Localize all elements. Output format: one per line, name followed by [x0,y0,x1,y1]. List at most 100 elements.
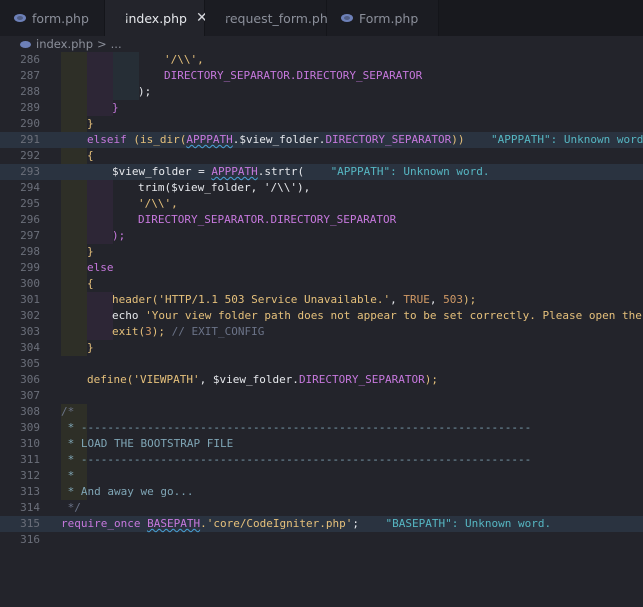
code-text: , [429,293,444,306]
tab-request-form-php[interactable]: request_form.php [205,0,336,36]
code-text: $view_folder = [112,165,212,178]
comment: * --------------------------------------… [61,421,532,434]
code-text: trim($view_folder, '/\\'), [138,181,311,194]
code-line: * LOAD THE BOOTSTRAP FILE [61,436,643,452]
comment: /* [61,405,75,418]
brace: { [87,149,94,162]
code-line: header('HTTP/1.1 503 Service Unavailable… [61,292,643,308]
constant: DIRECTORY_SEPARATOR [298,373,425,386]
line-number: 314 [20,501,40,514]
line-number: 291 [20,133,40,146]
brace: { [87,277,94,290]
line-number: 304 [20,341,40,354]
php-file-icon [14,14,26,22]
tab-label: index.php [125,10,187,26]
tab-index-php[interactable]: index.php ✕ [105,0,208,36]
function-call: define( [87,373,134,386]
spell-check-hint: "BASEPATH": Unknown word. [385,517,552,530]
code-line: /* [61,404,643,420]
line-number: 287 [20,69,40,82]
line-number: 295 [20,197,40,210]
line-number: 289 [20,101,40,114]
code-line: '/\\', [61,196,643,212]
line-number: 298 [20,245,40,258]
tab-bar: form.php index.php ✕ request_form.php Fo… [0,0,643,36]
code-text: .strtr( [257,165,305,178]
number-literal: 3 [145,325,152,338]
breadcrumb-file[interactable]: index.php [36,37,93,51]
line-number: 316 [20,533,40,546]
code-line: */ [61,500,643,516]
code-line: exit(3); // EXIT_CONFIG [61,324,643,340]
line-number: 308 [20,405,40,418]
code-line: '/\\', [61,52,643,68]
code-line: else [61,260,643,276]
code-line: { [61,148,643,164]
number-literal: 503 [443,293,464,306]
line-number: 310 [20,437,40,450]
code-line: echo 'Your view folder path does not app… [61,308,643,324]
string-literal: 'Your view folder path does not appear t… [145,309,643,322]
code-text: ); [112,229,126,242]
code-text: , $view_folder. [199,373,299,386]
line-number: 302 [20,309,40,322]
line-number: 306 [20,373,40,386]
comment: */ [61,501,81,514]
line-number: 303 [20,325,40,338]
code-text: ); [151,325,172,338]
line-number: 296 [20,213,40,226]
code-line: DIRECTORY_SEPARATOR.DIRECTORY_SEPARATOR [61,212,643,228]
function-call: header( [112,293,159,306]
breadcrumb: index.php > ... [0,36,643,52]
comment: * LOAD THE BOOTSTRAP FILE [61,437,234,450]
line-number: 294 [20,181,40,194]
line-number: 313 [20,485,40,498]
comment: * --------------------------------------… [61,453,532,466]
breadcrumb-more[interactable]: ... [111,37,122,51]
line-number: 290 [20,117,40,130]
string-literal: .'core/CodeIgniter.php' [200,517,353,530]
string-literal: 'VIEWPATH' [133,373,200,386]
constant-unknown-word: APPPATH [186,133,233,146]
line-number: 311 [20,453,40,466]
line-number: 288 [20,85,40,98]
code-line: * --------------------------------------… [61,420,643,436]
spell-check-hint: "APPPATH": Unknown word. [491,133,643,146]
code-text: .$view_folder. [232,133,326,146]
breadcrumb-separator: > [97,37,107,51]
code-line: } [61,100,643,116]
code-area[interactable]: '/\\', DIRECTORY_SEPARATOR.DIRECTORY_SEP… [61,52,643,607]
brace: } [87,341,94,354]
comment: * And away we go... [61,485,194,498]
comment: // EXIT_CONFIG [171,325,265,338]
code-editor[interactable]: 286 287 288 289 290 291 292 293 294 295 … [0,52,643,607]
code-line: DIRECTORY_SEPARATOR.DIRECTORY_SEPARATOR [61,68,643,84]
string-literal: '/\\', [138,197,178,210]
line-number-gutter: 286 287 288 289 290 291 292 293 294 295 … [0,52,48,607]
code-text: )) [451,133,465,146]
tab-label: Form.php [359,10,419,26]
spell-check-hint: "APPPATH": Unknown word. [330,165,490,178]
constant-unknown-word: APPPATH [211,165,258,178]
line-number: 297 [20,229,40,242]
keyword: else [87,261,114,274]
keyword: elseif [87,133,127,146]
php-file-icon [20,40,31,48]
code-text: ); [424,373,439,386]
code-text: ); [463,293,477,306]
line-number: 300 [20,277,40,290]
code-line: * --------------------------------------… [61,452,643,468]
line-number: 292 [20,149,40,162]
php-file-icon [341,14,353,22]
tab-Form-php[interactable]: Form.php [327,0,439,36]
code-line: $view_folder = APPPATH.strtr( "APPPATH":… [61,164,643,180]
constant: DIRECTORY_SEPARATOR [325,133,452,146]
line-number: 309 [20,421,40,434]
string-literal: 'HTTP/1.1 503 Service Unavailable.' [158,293,391,306]
code-line: trim($view_folder, '/\\'), [61,180,643,196]
code-text: ; [352,517,360,530]
code-line: } [61,116,643,132]
brace: } [112,101,119,114]
tab-form-php[interactable]: form.php [0,0,105,36]
code-line: elseif (is_dir(APPPATH.$view_folder.DIRE… [61,132,643,148]
